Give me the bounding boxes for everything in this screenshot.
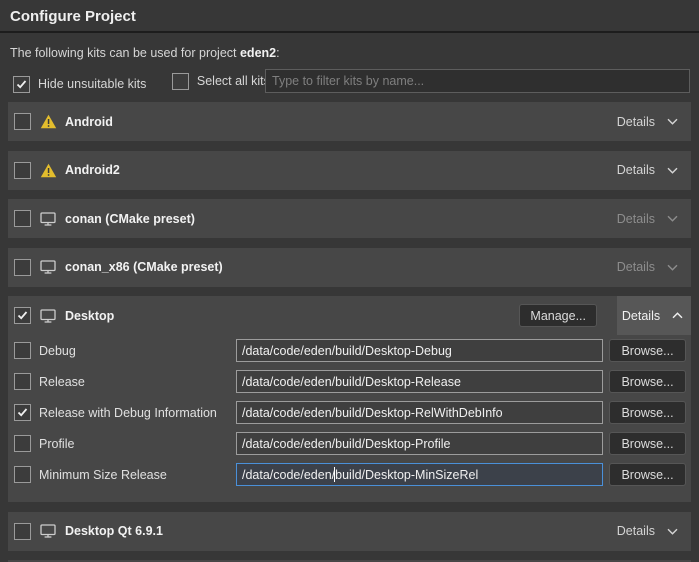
build-path-input-minsizerel[interactable] xyxy=(236,463,603,486)
checkbox-icon xyxy=(172,73,189,90)
config-row-minsizerel: Minimum Size Release Browse... xyxy=(8,459,691,490)
desktop-icon xyxy=(39,308,57,324)
config-checkbox[interactable] xyxy=(14,466,31,483)
desktop-icon xyxy=(39,211,57,227)
config-label: Minimum Size Release xyxy=(39,468,167,482)
details-button[interactable]: Details xyxy=(617,523,681,539)
config-checkbox[interactable] xyxy=(14,373,31,390)
config-row-release: Release Browse... xyxy=(8,366,691,397)
kit-name: Desktop xyxy=(65,309,114,323)
browse-button[interactable]: Browse... xyxy=(609,370,686,393)
kit-panel-desktop: Desktop Manage... Details Debug Browse..… xyxy=(8,296,691,502)
config-label: Release xyxy=(39,375,85,389)
kit-checkbox[interactable] xyxy=(14,162,31,179)
config-row-profile: Profile Browse... xyxy=(8,428,691,459)
chevron-down-icon xyxy=(663,211,681,227)
kit-filter-input[interactable] xyxy=(265,69,690,93)
kit-name: conan_x86 (CMake preset) xyxy=(65,260,223,274)
config-row-relwithdebinfo: Release with Debug Information Browse... xyxy=(8,397,691,428)
kit-name: Android xyxy=(65,115,113,129)
kit-row-conan-x86: conan_x86 (CMake preset) Details xyxy=(8,248,691,287)
kit-row-conan: conan (CMake preset) Details xyxy=(8,199,691,238)
chevron-down-icon xyxy=(663,114,681,130)
kit-checkbox[interactable] xyxy=(14,523,31,540)
desktop-icon xyxy=(39,523,57,539)
kit-row-android: Android Details xyxy=(8,102,691,141)
kit-name: conan (CMake preset) xyxy=(65,212,195,226)
details-button[interactable]: Details xyxy=(617,114,681,130)
browse-button[interactable]: Browse... xyxy=(609,339,686,362)
page-title: Configure Project xyxy=(10,8,689,25)
config-checkbox[interactable] xyxy=(14,404,31,421)
browse-button[interactable]: Browse... xyxy=(609,401,686,424)
build-path-input-debug[interactable] xyxy=(236,339,603,362)
config-checkbox[interactable] xyxy=(14,435,31,452)
select-all-kits-checkbox[interactable]: Select all kits xyxy=(172,69,270,93)
select-all-kits-label: Select all kits xyxy=(197,74,270,88)
chevron-down-icon xyxy=(663,523,681,539)
build-path-input-release[interactable] xyxy=(236,370,603,393)
build-path-input-relwithdebinfo[interactable] xyxy=(236,401,603,424)
kit-checkbox[interactable] xyxy=(14,113,31,130)
config-label: Profile xyxy=(39,437,74,451)
config-label: Release with Debug Information xyxy=(39,406,217,420)
kit-row-desktop-qt: Desktop Qt 6.9.1 Details xyxy=(8,512,691,551)
kit-list: Android Details Android2 Details xyxy=(0,102,699,562)
details-button-expanded[interactable]: Details xyxy=(617,296,691,335)
hide-unsuitable-kits-label: Hide unsuitable kits xyxy=(38,77,146,91)
kit-name: Android2 xyxy=(65,163,120,177)
warning-icon xyxy=(39,162,57,178)
kit-row-desktop: Desktop Manage... Details xyxy=(8,296,691,335)
details-button-disabled: Details xyxy=(617,211,681,227)
chevron-down-icon xyxy=(663,259,681,275)
configure-project-page: Configure Project The following kits can… xyxy=(0,0,699,562)
kit-name: Desktop Qt 6.9.1 xyxy=(65,524,163,538)
chevron-down-icon xyxy=(663,162,681,178)
text-caret xyxy=(334,467,335,482)
hide-unsuitable-kits-checkbox[interactable]: Hide unsuitable kits xyxy=(13,72,146,96)
details-button[interactable]: Details xyxy=(617,162,681,178)
page-header: Configure Project xyxy=(0,0,699,33)
browse-button[interactable]: Browse... xyxy=(609,432,686,455)
filter-row: Hide unsuitable kits Select all kits xyxy=(13,69,690,93)
desktop-icon xyxy=(39,259,57,275)
kit-checkbox[interactable] xyxy=(14,210,31,227)
config-label: Debug xyxy=(39,344,76,358)
kits-intro-text: The following kits can be used for proje… xyxy=(10,46,689,60)
details-button-disabled: Details xyxy=(617,259,681,275)
project-name: eden2 xyxy=(240,46,276,60)
build-path-input-profile[interactable] xyxy=(236,432,603,455)
chevron-up-icon xyxy=(668,308,686,324)
config-row-debug: Debug Browse... xyxy=(8,335,691,366)
manage-button[interactable]: Manage... xyxy=(519,304,597,327)
kit-checkbox[interactable] xyxy=(14,307,31,324)
checkbox-icon xyxy=(13,76,30,93)
warning-icon xyxy=(39,114,57,130)
config-checkbox[interactable] xyxy=(14,342,31,359)
kit-checkbox[interactable] xyxy=(14,259,31,276)
kit-row-android2: Android2 Details xyxy=(8,151,691,190)
browse-button[interactable]: Browse... xyxy=(609,463,686,486)
